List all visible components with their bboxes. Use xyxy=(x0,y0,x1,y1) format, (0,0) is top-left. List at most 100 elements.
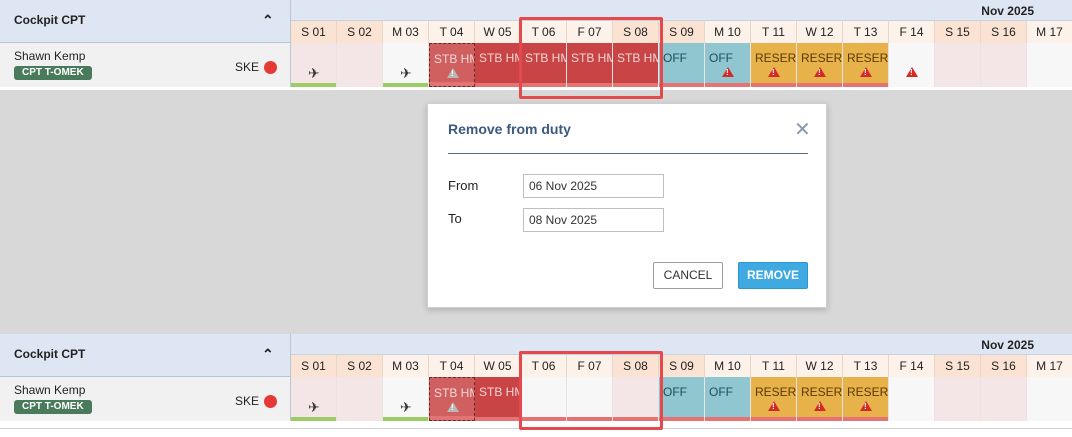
day-header: S 09 xyxy=(659,21,705,43)
remove-button[interactable]: REMOVE xyxy=(738,262,808,289)
day-header: M 10 xyxy=(705,21,751,43)
duty-cell[interactable]: ✈ xyxy=(291,377,337,421)
duty-cell[interactable]: STB HM xyxy=(475,43,521,87)
plane-icon: ✈ xyxy=(400,65,412,81)
duty-cell[interactable]: OFF xyxy=(705,377,751,421)
crew-name: Shawn Kemp xyxy=(14,383,86,397)
duty-cell[interactable]: STB HM xyxy=(429,377,475,421)
day-header: M 03 xyxy=(383,355,429,377)
duty-label: STB HM xyxy=(479,385,521,399)
status-bar xyxy=(843,417,888,421)
duty-cell[interactable] xyxy=(567,377,613,421)
duty-cell[interactable] xyxy=(981,43,1027,87)
roster-bottom: Cockpit CPT ⌃ Nov 2025 S 01 S 02 M 03 T 04 W… xyxy=(0,334,1072,428)
duty-cell[interactable] xyxy=(935,377,981,421)
chevron-up-icon[interactable]: ⌃ xyxy=(262,12,274,29)
warning-icon xyxy=(860,401,872,411)
status-bar xyxy=(291,417,336,421)
duty-cell[interactable]: OFF xyxy=(659,377,705,421)
duty-cell[interactable] xyxy=(889,377,935,421)
duty-cell[interactable]: ✈ xyxy=(383,43,429,87)
status-bar xyxy=(797,83,842,87)
crew-row[interactable]: Shawn Kemp CPT T-OMEK SKE xyxy=(0,43,291,87)
duty-cell[interactable]: OFF xyxy=(659,43,705,87)
warning-icon xyxy=(768,67,780,77)
duty-cell[interactable]: RESERVE xyxy=(843,43,889,87)
day-header: M 17 xyxy=(1027,21,1072,43)
day-header: S 01 xyxy=(291,355,337,377)
status-dot xyxy=(264,395,277,408)
from-date-field[interactable]: 06 Nov 2025 xyxy=(523,174,664,198)
day-header: S 16 xyxy=(981,355,1027,377)
warning-icon xyxy=(722,67,734,77)
day-header: F 14 xyxy=(889,355,935,377)
duty-cell[interactable]: ✈ xyxy=(383,377,429,421)
group-header[interactable]: Cockpit CPT ⌃ xyxy=(0,0,291,43)
plane-icon: ✈ xyxy=(308,65,320,81)
duty-label: RESERVE xyxy=(801,385,843,399)
duty-cell[interactable] xyxy=(1027,377,1072,421)
plane-icon: ✈ xyxy=(400,399,412,415)
remove-from-duty-dialog: Remove from duty ✕ From 06 Nov 2025 To 0… xyxy=(427,103,827,308)
duty-cell[interactable] xyxy=(521,377,567,421)
warning-icon xyxy=(906,67,918,77)
plane-icon: ✈ xyxy=(308,399,320,415)
duty-label: OFF xyxy=(663,385,687,399)
duty-label: OFF xyxy=(709,51,733,65)
month-header: Nov 2025 xyxy=(291,0,1072,21)
duty-cell[interactable] xyxy=(337,43,383,87)
day-header: S 15 xyxy=(935,21,981,43)
duty-cell[interactable] xyxy=(337,377,383,421)
warning-icon xyxy=(447,68,459,78)
duty-label: RESERVE xyxy=(755,385,797,399)
to-label: To xyxy=(448,211,462,226)
day-header: M 10 xyxy=(705,355,751,377)
status-bar xyxy=(291,83,336,87)
duty-cell[interactable] xyxy=(889,43,935,87)
day-header: S 02 xyxy=(337,21,383,43)
duty-cell[interactable] xyxy=(613,377,659,421)
crew-row[interactable]: Shawn Kemp CPT T-OMEK SKE xyxy=(0,377,291,421)
cancel-button[interactable]: CANCEL xyxy=(653,262,723,289)
day-header: T 11 xyxy=(751,355,797,377)
day-header: M 03 xyxy=(383,21,429,43)
duty-cell[interactable]: RESERVE xyxy=(751,377,797,421)
duty-cell[interactable]: STB HM xyxy=(521,43,567,87)
duty-cell[interactable]: RESERVE xyxy=(843,377,889,421)
duty-cell[interactable] xyxy=(935,43,981,87)
group-header[interactable]: Cockpit CPT ⌃ xyxy=(0,334,291,377)
day-header: T 04 xyxy=(429,21,475,43)
duty-cell[interactable]: RESERVE xyxy=(797,43,843,87)
crew-name: Shawn Kemp xyxy=(14,49,86,63)
duty-cell[interactable] xyxy=(1027,43,1072,87)
dialog-title: Remove from duty xyxy=(448,121,571,137)
dialog-divider xyxy=(448,153,808,154)
status-bar xyxy=(751,83,796,87)
duty-cell[interactable]: RESERVE xyxy=(751,43,797,87)
duty-cell[interactable] xyxy=(981,377,1027,421)
warning-icon xyxy=(860,67,872,77)
day-header: S 16 xyxy=(981,21,1027,43)
duty-cell[interactable]: STB HM xyxy=(429,43,475,87)
status-bar xyxy=(567,83,612,87)
status-bar xyxy=(659,83,704,87)
crew-code: SKE xyxy=(235,394,260,408)
duty-cell[interactable]: STB HM xyxy=(475,377,521,421)
crew-badge: CPT T-OMEK xyxy=(14,66,92,80)
status-bar xyxy=(705,417,750,421)
duty-cell[interactable]: STB HM xyxy=(613,43,659,87)
duty-cell[interactable]: STB HM xyxy=(567,43,613,87)
chevron-up-icon[interactable]: ⌃ xyxy=(262,346,274,363)
duty-cell[interactable]: ✈ xyxy=(291,43,337,87)
to-date-field[interactable]: 08 Nov 2025 xyxy=(523,208,664,232)
warning-icon xyxy=(768,401,780,411)
status-bar xyxy=(705,83,750,87)
duty-cell[interactable]: OFF xyxy=(705,43,751,87)
status-bar xyxy=(567,417,612,421)
duty-cell[interactable]: RESERVE xyxy=(797,377,843,421)
day-header: M 17 xyxy=(1027,355,1072,377)
crew-code: SKE xyxy=(235,60,260,74)
warning-icon xyxy=(814,401,826,411)
close-icon[interactable]: ✕ xyxy=(794,117,811,142)
status-bar xyxy=(797,417,842,421)
